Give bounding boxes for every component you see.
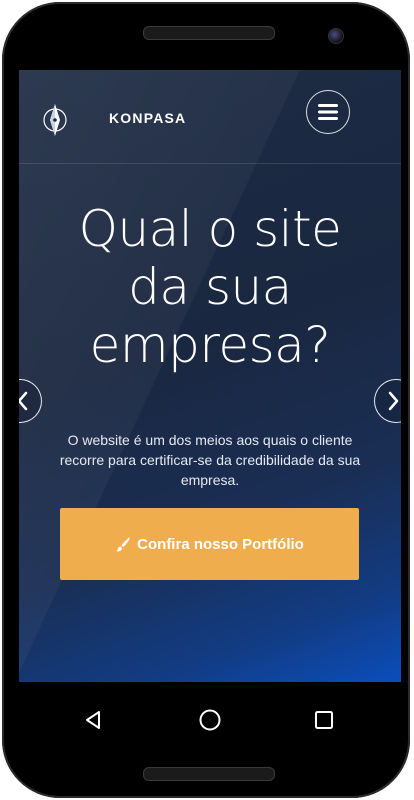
- hero-subtitle: O website é um dos meios aos quais o cli…: [59, 432, 361, 488]
- carousel-prev-button[interactable]: [19, 379, 42, 423]
- recents-square-icon: [315, 711, 333, 729]
- hamburger-menu-icon: [318, 104, 338, 120]
- hero-headline: Qual o site da sua empresa?: [19, 200, 401, 374]
- back-triangle-icon: [86, 711, 100, 729]
- headline-line-3: empresa?: [89, 316, 331, 374]
- front-camera: [328, 28, 344, 44]
- carousel-next-button[interactable]: [374, 379, 401, 423]
- brush-icon: [116, 537, 131, 552]
- chevron-right-icon: [388, 391, 399, 411]
- portfolio-button[interactable]: Confira nosso Portfólio: [60, 508, 359, 580]
- chevron-left-icon: [19, 391, 28, 411]
- home-button[interactable]: [196, 706, 224, 734]
- headline-line-2: da sua: [128, 258, 292, 316]
- compass-icon[interactable]: [41, 102, 69, 138]
- screen: KONPASA Qual o site da sua empresa? O we…: [19, 70, 401, 682]
- menu-button[interactable]: [306, 90, 350, 134]
- top-speaker: [143, 26, 275, 40]
- recents-button[interactable]: [310, 706, 338, 734]
- back-button[interactable]: [79, 706, 107, 734]
- bottom-speaker: [143, 767, 275, 781]
- brand-name[interactable]: KONPASA: [109, 110, 186, 126]
- headline-line-1: Qual o site: [78, 200, 342, 258]
- home-circle-icon: [199, 709, 221, 731]
- site-header: KONPASA: [19, 70, 401, 164]
- portfolio-button-label: Confira nosso Portfólio: [137, 535, 304, 553]
- phone-frame: KONPASA Qual o site da sua empresa? O we…: [2, 2, 410, 798]
- android-nav-bar: [2, 682, 410, 756]
